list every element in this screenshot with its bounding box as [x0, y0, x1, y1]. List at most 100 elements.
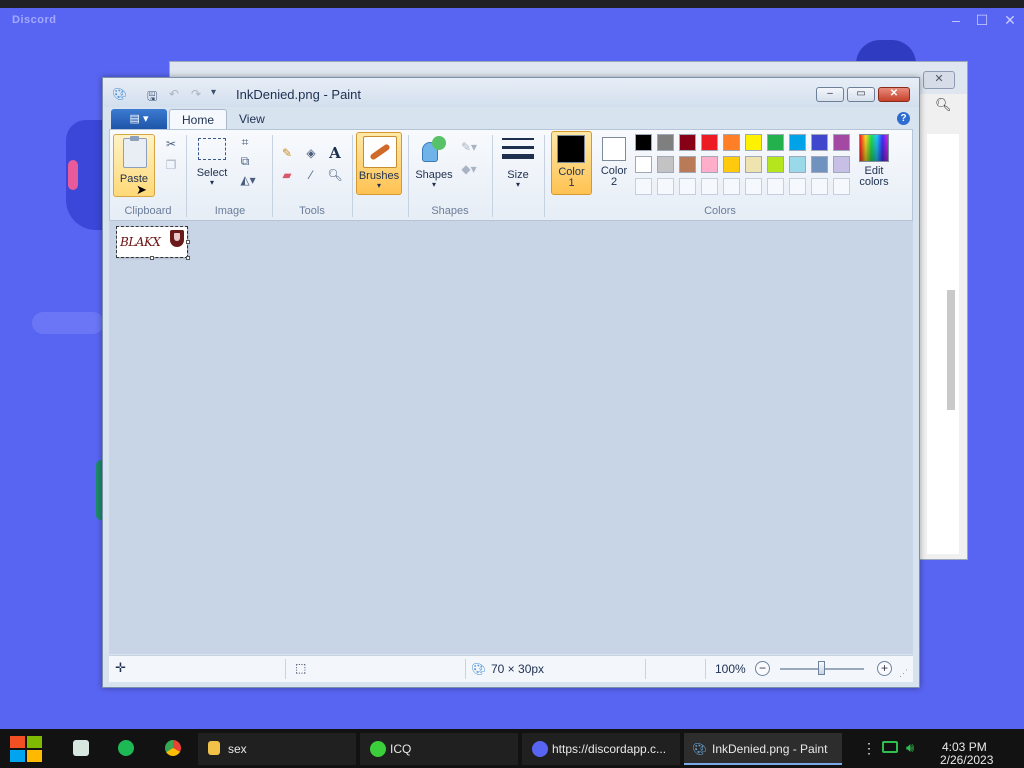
palette-custom-slot[interactable]	[833, 178, 850, 195]
close-button[interactable]: ✕	[878, 87, 910, 102]
palette-swatch[interactable]	[657, 134, 674, 151]
resize-handle-bottom[interactable]	[150, 256, 154, 260]
resize-handle-corner[interactable]	[186, 256, 190, 260]
palette-swatch[interactable]	[811, 134, 828, 151]
palette-swatch[interactable]	[789, 134, 806, 151]
palette-swatch[interactable]	[767, 134, 784, 151]
rotate-icon[interactable]: ◭▾	[236, 171, 260, 189]
edit-colors-label[interactable]: Edit colors	[850, 166, 898, 188]
redo-icon[interactable]: ↷	[191, 87, 201, 101]
palette-swatch[interactable]	[833, 134, 850, 151]
palette-swatch[interactable]	[679, 134, 696, 151]
clock-time[interactable]: 4:03 PM	[942, 740, 987, 754]
color2-swatch	[602, 137, 626, 161]
network-icon[interactable]	[882, 741, 898, 753]
resize-grip-icon[interactable]: ⋰	[899, 668, 908, 679]
palette-swatch[interactable]	[723, 134, 740, 151]
pencil-icon[interactable]: ✎	[278, 144, 296, 162]
discord-titlebar-strip	[0, 0, 1024, 8]
palette-swatch[interactable]	[635, 156, 652, 173]
file-menu-button[interactable]: ▤ ▾	[111, 109, 167, 129]
palette-swatch[interactable]	[701, 156, 718, 173]
background-cloud	[32, 312, 104, 334]
palette-swatch[interactable]	[833, 156, 850, 173]
color1-button[interactable]: Color 1	[551, 131, 592, 195]
color-picker-icon[interactable]: ⁄	[302, 166, 320, 184]
size-button[interactable]: Size ▾	[498, 132, 538, 195]
clock-date[interactable]: 2/26/2023	[940, 753, 993, 767]
crop-icon[interactable]: ⌗	[236, 133, 254, 151]
palette-custom-slot[interactable]	[679, 178, 696, 195]
taskbar-item-icq[interactable]: ICQ	[360, 733, 518, 765]
zoom-in-button[interactable]: +	[877, 661, 892, 676]
resize-handle-right[interactable]	[186, 240, 190, 244]
palette-custom-slot[interactable]	[767, 178, 784, 195]
fill-shape-icon[interactable]: ◆▾	[456, 160, 482, 178]
discord-maximize-icon[interactable]: ☐	[972, 10, 992, 30]
restore-button[interactable]: ▭	[847, 87, 875, 102]
chrome-icon[interactable]	[165, 740, 181, 756]
tab-view[interactable]: View	[227, 109, 277, 130]
eraser-icon[interactable]: ▰	[278, 166, 296, 184]
palette-custom-slot[interactable]	[657, 178, 674, 195]
edit-colors-icon[interactable]	[859, 134, 889, 162]
palette-swatch[interactable]	[745, 134, 762, 151]
palette-swatch[interactable]	[811, 156, 828, 173]
save-icon[interactable]: 🖫	[147, 87, 157, 108]
taskbar-item-discord[interactable]: https://discordapp.c...	[522, 733, 680, 765]
palette-custom-slot[interactable]	[723, 178, 740, 195]
palette-custom-slot[interactable]	[789, 178, 806, 195]
palette-swatch[interactable]	[679, 156, 696, 173]
brushes-button[interactable]: Brushes ▾	[356, 132, 402, 195]
start-button[interactable]	[10, 736, 43, 763]
overflow-icon[interactable]: ⋮	[862, 740, 876, 757]
undo-icon[interactable]: ↶	[169, 87, 179, 101]
cut-icon[interactable]: ✂	[162, 135, 180, 153]
discord-icon	[532, 741, 548, 757]
discord-minimize-icon[interactable]: –	[946, 10, 966, 30]
volume-icon[interactable]: 🔊︎	[906, 740, 914, 756]
fill-icon[interactable]: ◈	[302, 144, 320, 162]
palette-custom-slot[interactable]	[701, 178, 718, 195]
task-view-icon[interactable]	[73, 740, 89, 756]
paint-window: 🎨︎ 🖫 ↶ ↷ ▾ InkDenied.png - Paint – ▭ ✕ ▤…	[102, 77, 920, 688]
select-button[interactable]: Select ▾	[192, 134, 232, 194]
text-icon[interactable]: A	[326, 144, 344, 162]
paste-button[interactable]: Paste ➤	[113, 134, 155, 197]
windows-logo-icon	[10, 736, 25, 748]
palette-custom-slot[interactable]	[745, 178, 762, 195]
window-title: InkDenied.png - Paint	[236, 87, 362, 102]
magnifier-icon[interactable]: 🔍︎	[326, 166, 344, 184]
minimize-button[interactable]: –	[816, 87, 844, 102]
discord-close-icon[interactable]: ✕	[1000, 10, 1020, 30]
explorer-scrollbar[interactable]	[947, 290, 955, 410]
zoom-out-button[interactable]: −	[755, 661, 770, 676]
palette-custom-slot[interactable]	[811, 178, 828, 195]
copy-icon[interactable]: ❐	[162, 156, 180, 174]
palette-swatch[interactable]	[723, 156, 740, 173]
canvas-area[interactable]: BLAKX	[109, 221, 913, 654]
palette-custom-slot[interactable]	[635, 178, 652, 195]
palette-swatch[interactable]	[635, 134, 652, 151]
chevron-down-icon: ▾	[431, 180, 436, 189]
palette-swatch[interactable]	[767, 156, 784, 173]
explorer-close-icon[interactable]: ✕	[923, 71, 955, 89]
help-icon[interactable]: ?	[897, 112, 910, 125]
outline-icon[interactable]: ✎▾	[456, 138, 482, 156]
tab-home[interactable]: Home	[169, 109, 228, 130]
spotify-icon[interactable]	[118, 740, 134, 756]
canvas-image[interactable]: BLAKX	[117, 227, 187, 257]
group-label-tools: Tools	[299, 205, 325, 217]
taskbar-item-paint[interactable]: 🎨︎ InkDenied.png - Paint	[684, 733, 842, 765]
taskbar-item-explorer[interactable]: sex	[198, 733, 356, 765]
palette-swatch[interactable]	[745, 156, 762, 173]
customize-quick-access-icon[interactable]: ▾	[211, 87, 216, 98]
resize-icon[interactable]: ⧉	[236, 152, 254, 170]
shapes-button[interactable]: Shapes ▾	[412, 132, 456, 195]
zoom-slider-thumb[interactable]	[818, 661, 825, 675]
color2-button[interactable]: Color 2	[594, 131, 634, 195]
palette-swatch[interactable]	[701, 134, 718, 151]
palette-swatch[interactable]	[789, 156, 806, 173]
search-icon[interactable]: 🔍︎	[935, 97, 959, 117]
palette-swatch[interactable]	[657, 156, 674, 173]
